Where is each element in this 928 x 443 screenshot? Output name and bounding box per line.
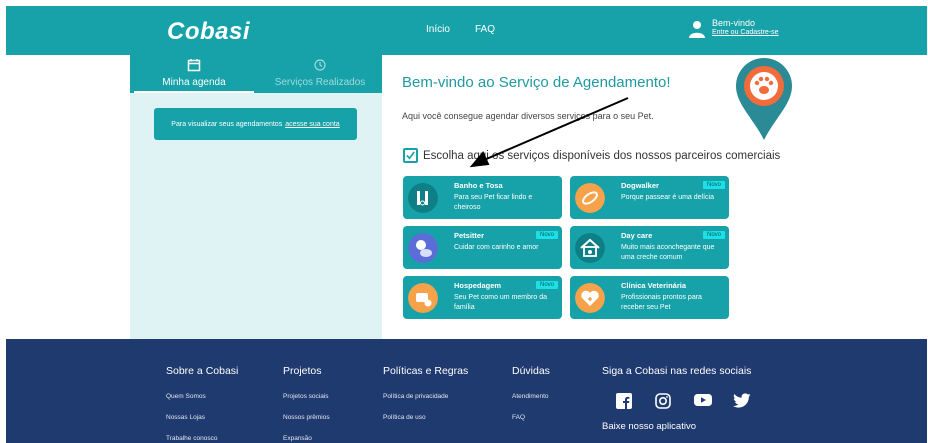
- service-title: Banho e Tosa: [454, 181, 503, 190]
- social-icons-row: [616, 393, 751, 409]
- nav-faq-link[interactable]: FAQ: [475, 24, 495, 35]
- footer-col-duvidas: Dúvidas Atendimento FAQ: [512, 365, 550, 435]
- page-title: Bem-vindo ao Serviço de Agendamento!: [402, 74, 671, 91]
- social-title: Siga a Cobasi nas redes sociais: [602, 365, 752, 377]
- welcome-text: Bem-vindo: [712, 18, 756, 28]
- service-card-banho-tosa[interactable]: Banho e Tosa Para seu Pet ficar lindo e …: [403, 176, 562, 219]
- facebook-icon[interactable]: [616, 393, 634, 409]
- social-block: Siga a Cobasi nas redes sociais Baixe no…: [602, 365, 751, 432]
- service-title: Hospedagem: [454, 281, 502, 290]
- site-footer: Sobre a Cobasi Quem Somos Nossas Lojas T…: [6, 339, 927, 443]
- service-description: Profissionais prontos para receber seu P…: [621, 294, 702, 311]
- footer-link[interactable]: Nossos prêmios: [283, 414, 330, 421]
- nav-inicio-link[interactable]: Início: [426, 24, 450, 35]
- choose-services-heading: Escolha aqui os serviços disponíveis dos…: [403, 148, 780, 163]
- service-card-day-care[interactable]: Day care Muito mais aconchegante que uma…: [570, 226, 729, 269]
- welcome-block: Bem-vindo Entre ou Cadastre-se: [712, 18, 779, 38]
- login-register-link[interactable]: Entre ou Cadastre-se: [712, 28, 779, 38]
- footer-col-title: Sobre a Cobasi: [166, 365, 239, 377]
- tab-minha-agenda[interactable]: Minha agenda: [134, 55, 254, 93]
- service-card-dogwalker[interactable]: Dogwalker Porque passear é uma delícia N…: [570, 176, 729, 219]
- download-app-title[interactable]: Baixe nosso aplicativo: [602, 421, 751, 432]
- footer-link[interactable]: Atendimento: [512, 393, 550, 400]
- new-badge: Novo: [535, 281, 558, 289]
- tab-label: Serviços Realizados: [274, 77, 366, 88]
- service-title: Clínica Veterinária: [621, 281, 687, 290]
- user-icon[interactable]: [689, 20, 705, 38]
- petsitter-icon: [408, 233, 438, 263]
- new-badge: Novo: [702, 231, 725, 239]
- tab-servicos-realizados[interactable]: Serviços Realizados: [260, 55, 380, 93]
- vet-heart-icon: [575, 283, 605, 313]
- instagram-icon[interactable]: [655, 393, 673, 409]
- access-account-link[interactable]: acesse sua conta: [285, 121, 339, 128]
- leash-icon: [575, 183, 605, 213]
- service-card-hospedagem[interactable]: Hospedagem Seu Pet como um membro da fam…: [403, 276, 562, 319]
- top-header: Cobasi Início FAQ Bem-vindo Entre ou Cad…: [6, 6, 927, 55]
- service-description: Para seu Pet ficar lindo e cheiroso: [454, 194, 533, 211]
- service-description: Seu Pet como um membro da família: [454, 294, 547, 311]
- tab-label: Minha agenda: [162, 77, 226, 88]
- footer-link[interactable]: Expansão: [283, 435, 330, 442]
- paw-location-pin-icon: [736, 58, 792, 140]
- twitter-icon[interactable]: [733, 393, 751, 409]
- footer-link[interactable]: Política de uso: [383, 414, 468, 421]
- login-prompt-text: Para visualizar seus agendamentos: [171, 120, 283, 128]
- intro-text: Aqui você consegue agendar diversos serv…: [402, 111, 654, 121]
- footer-link[interactable]: Trabalhe conosco: [166, 435, 238, 442]
- calendar-icon: [187, 59, 201, 72]
- hosting-icon: [408, 283, 438, 313]
- grooming-icon: [408, 183, 438, 213]
- footer-col-projetos: Projetos Projetos sociais Nossos prêmios…: [283, 365, 330, 443]
- new-badge: Novo: [702, 181, 725, 189]
- page: Cobasi Início FAQ Bem-vindo Entre ou Cad…: [0, 0, 928, 443]
- daycare-house-icon: [575, 233, 605, 263]
- service-description: Cuidar com carinho e amor: [454, 244, 539, 251]
- footer-col-title: Dúvidas: [512, 365, 550, 377]
- footer-col-title: Projetos: [283, 365, 322, 377]
- service-card-petsitter[interactable]: Petsitter Cuidar com carinho e amor Novo: [403, 226, 562, 269]
- footer-link[interactable]: FAQ: [512, 414, 550, 421]
- service-card-clinica-veterinaria[interactable]: Clínica Veterinária Profissionais pronto…: [570, 276, 729, 319]
- schedule-panel: Minha agenda Serviços Realizados Para vi…: [130, 55, 382, 339]
- service-title: Day care: [621, 231, 653, 240]
- service-title: Dogwalker: [621, 181, 659, 190]
- cobasi-logo[interactable]: Cobasi: [167, 18, 250, 46]
- service-description: Porque passear é uma delícia: [621, 194, 714, 201]
- login-prompt-box: Para visualizar seus agendamentos acesse…: [154, 108, 357, 140]
- choose-services-text: Escolha aqui os serviços disponíveis dos…: [423, 149, 781, 162]
- footer-link[interactable]: Projetos sociais: [283, 393, 330, 400]
- history-icon: [314, 59, 326, 71]
- footer-col-title: Políticas e Regras: [383, 365, 469, 377]
- footer-col-politicas: Políticas e Regras Política de privacida…: [383, 365, 468, 435]
- service-title: Petsitter: [454, 231, 485, 240]
- new-badge: Novo: [535, 231, 558, 239]
- service-description: Muito mais aconchegante que uma creche c…: [621, 244, 715, 261]
- footer-col-sobre: Sobre a Cobasi Quem Somos Nossas Lojas T…: [166, 365, 238, 443]
- checkbox-icon: [403, 148, 418, 163]
- footer-link[interactable]: Política de privacidade: [383, 393, 468, 400]
- youtube-icon[interactable]: [694, 393, 712, 409]
- footer-link[interactable]: Quem Somos: [166, 393, 238, 400]
- panel-tabs: Minha agenda Serviços Realizados: [130, 55, 382, 93]
- footer-link[interactable]: Nossas Lojas: [166, 414, 238, 421]
